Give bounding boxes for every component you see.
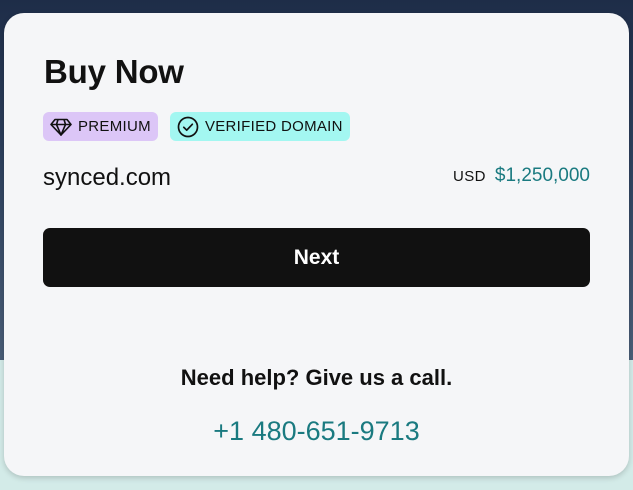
phone-link[interactable]: +1 480-651-9713 xyxy=(4,416,629,447)
help-text: Need help? Give us a call. xyxy=(180,365,453,390)
badge-row: PREMIUM VERIFIED DOMAIN xyxy=(43,112,350,141)
verified-domain-badge: VERIFIED DOMAIN xyxy=(169,112,350,141)
verified-domain-badge-label: VERIFIED DOMAIN xyxy=(204,118,343,135)
card-title: Buy Now xyxy=(44,53,184,90)
next-button[interactable]: Next xyxy=(43,228,590,287)
diamond-icon xyxy=(50,118,72,136)
premium-badge-label: PREMIUM xyxy=(78,118,151,135)
price-amount: $1,250,000 xyxy=(494,165,590,186)
price: USD $1,250,000 xyxy=(453,165,590,187)
premium-badge: PREMIUM xyxy=(43,112,158,141)
check-circle-icon xyxy=(177,116,199,138)
domain-name: synced.com xyxy=(43,164,172,191)
buy-now-card: Buy Now PREMIUM VERIFIED DOMAIN synced.c… xyxy=(4,13,629,476)
price-currency: USD xyxy=(453,168,486,185)
